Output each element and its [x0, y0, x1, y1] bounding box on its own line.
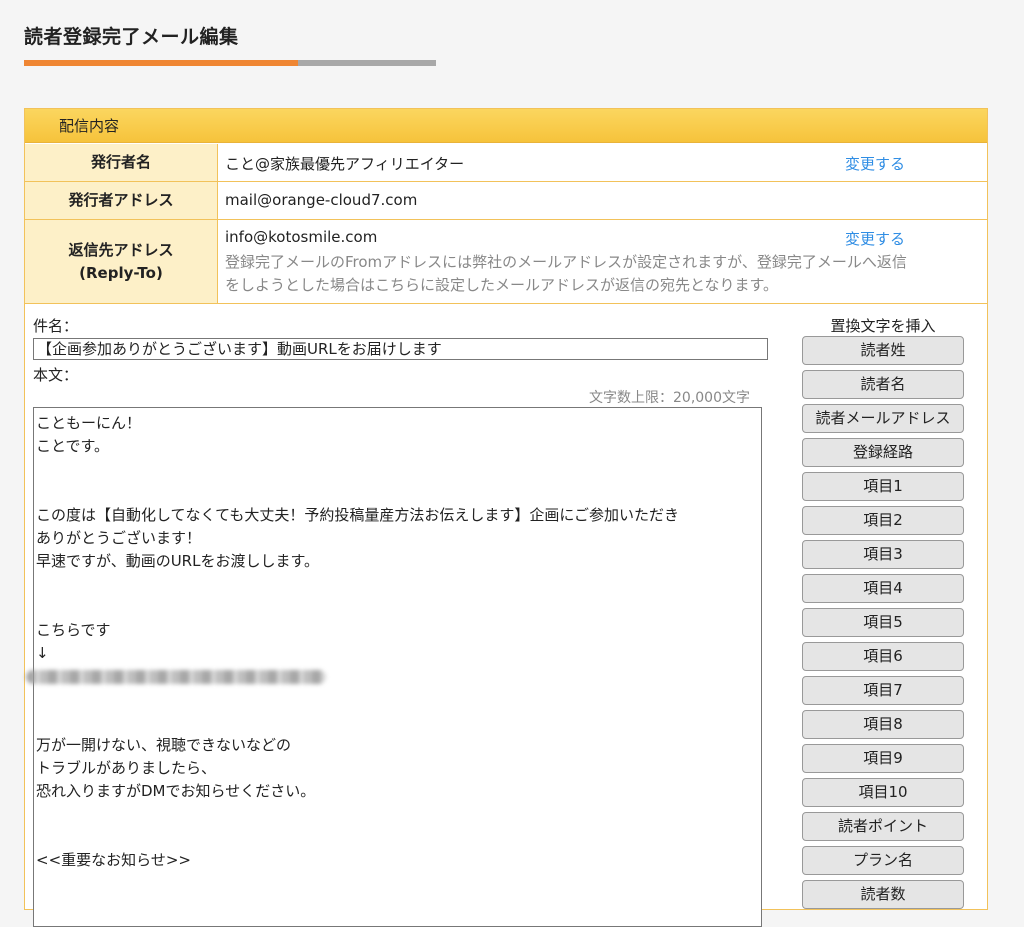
body-textarea[interactable]: こともーにん！ ことです。 この度は【自動化してなくても大丈夫！予約投稿量産方法… [26, 407, 762, 927]
title-underline-accent [24, 60, 298, 66]
sender-address-value: mail@orange-cloud7.com [225, 191, 418, 209]
blurred-url-line [26, 665, 761, 688]
body-line: ↓ [36, 644, 49, 662]
body-line [36, 803, 761, 826]
insert-placeholder-title: 置換文字を挿入 [830, 317, 936, 335]
insert-reader-count-button[interactable]: 読者数 [802, 880, 964, 909]
body-line: 万が一開けない、視聴できないなどの [36, 736, 292, 754]
character-limit: 文字数上限：20,000文字 [589, 390, 750, 406]
sender-name-value: こと@家族最優先アフィリエイター [225, 155, 465, 173]
reply-to-row: 返信先アドレス (Reply-To) info@kotosmile.com 変更… [25, 220, 987, 304]
body-line: こちらです [36, 621, 111, 639]
body-line: 早速ですが、動画のURLをお渡しします。 [36, 552, 319, 570]
reply-to-note: 登録完了メールのFromアドレスには弊社のメールアドレスが設定されますが、登録完… [225, 251, 977, 297]
insert-item3-button[interactable]: 項目3 [802, 540, 964, 569]
delivery-content-panel: 配信内容 発行者名 こと@家族最優先アフィリエイター 変更する 発行者アドレス … [24, 108, 988, 927]
sender-address-label: 発行者アドレス [25, 182, 218, 219]
sender-name-label: 発行者名 [25, 144, 218, 181]
insert-item9-button[interactable]: 項目9 [802, 744, 964, 773]
insert-item6-button[interactable]: 項目6 [802, 642, 964, 671]
insert-email-button[interactable]: 読者メールアドレス [802, 404, 964, 433]
subject-input[interactable]: 【企画参加ありがとうございます】動画URLをお届けします [33, 338, 768, 360]
body-line: <<重要なお知らせ>> [36, 851, 191, 869]
insert-item1-button[interactable]: 項目1 [802, 472, 964, 501]
title-underline-rest [298, 60, 436, 66]
body-line: ことです。 [36, 437, 110, 455]
redacted-url [26, 670, 326, 684]
body-label: 本文： [33, 366, 79, 384]
reply-to-note-line: 登録完了メールのFromアドレスには弊社のメールアドレスが設定されますが、登録完… [225, 253, 907, 271]
reply-to-label-main: 返信先アドレス [68, 241, 174, 259]
page-title: 読者登録完了メール編集 [24, 26, 239, 48]
insert-item2-button[interactable]: 項目2 [802, 506, 964, 535]
insert-item10-button[interactable]: 項目10 [802, 778, 964, 807]
body-line: トラブルがありましたら、 [36, 759, 217, 777]
body-line [36, 688, 761, 711]
body-line: ありがとうございます！ [36, 529, 202, 547]
reply-to-value: info@kotosmile.com [225, 228, 378, 246]
reply-to-note-line: をしようとした場合はこちらに設定したメールアドレスが返信の宛先となります。 [225, 276, 779, 294]
body-line [36, 481, 761, 504]
reply-to-label: 返信先アドレス (Reply-To) [25, 220, 218, 303]
insert-last-name-button[interactable]: 読者姓 [802, 336, 964, 365]
insert-plan-name-button[interactable]: プラン名 [802, 846, 964, 875]
insert-registration-route-button[interactable]: 登録経路 [802, 438, 964, 467]
subject-label: 件名： [33, 317, 79, 335]
insert-first-name-button[interactable]: 読者名 [802, 370, 964, 399]
insert-reader-points-button[interactable]: 読者ポイント [802, 812, 964, 841]
insert-item7-button[interactable]: 項目7 [802, 676, 964, 705]
sender-address-row: 発行者アドレス mail@orange-cloud7.com [25, 182, 987, 220]
reply-to-label-sub: (Reply-To) [79, 263, 163, 282]
insert-item8-button[interactable]: 項目8 [802, 710, 964, 739]
sender-name-row: 発行者名 こと@家族最優先アフィリエイター 変更する [25, 144, 987, 182]
change-reply-to-link[interactable]: 変更する [845, 228, 905, 249]
body-line: 恐れ入りますがDMでお知らせください。 [36, 782, 316, 800]
insert-item5-button[interactable]: 項目5 [802, 608, 964, 637]
body-line: こともーにん！ [36, 414, 142, 432]
body-line [36, 458, 761, 481]
body-line [36, 573, 761, 596]
body-line [36, 711, 761, 734]
body-line [36, 596, 761, 619]
body-line: この度は【自動化してなくても大丈夫！予約投稿量産方法お伝えします】企画にご参加い… [36, 506, 680, 524]
change-sender-link[interactable]: 変更する [845, 153, 905, 174]
panel-header: 配信内容 [25, 109, 987, 143]
body-line [36, 826, 761, 849]
insert-item4-button[interactable]: 項目4 [802, 574, 964, 603]
